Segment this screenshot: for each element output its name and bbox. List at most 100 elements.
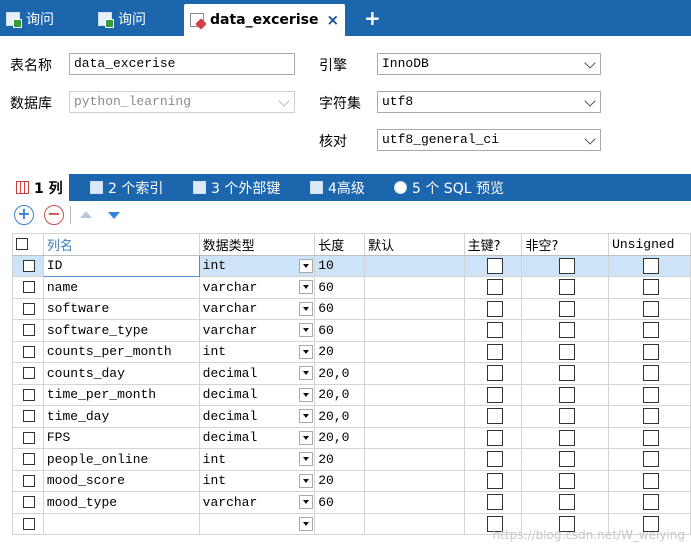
default-cell[interactable] [364, 297, 465, 320]
header-length[interactable]: 长度 [314, 233, 366, 256]
row-select-checkbox[interactable] [12, 512, 44, 535]
data-type-cell[interactable]: int [198, 469, 316, 492]
length-cell[interactable]: 20,0 [314, 383, 366, 406]
data-type-cell[interactable]: int [198, 448, 316, 471]
row-select-checkbox[interactable] [12, 491, 44, 514]
data-type-cell[interactable]: varchar [198, 297, 316, 320]
primary-key-checkbox[interactable] [463, 319, 523, 342]
default-cell[interactable] [364, 491, 465, 514]
length-cell[interactable]: 60 [314, 319, 366, 342]
dropdown-arrow-icon[interactable] [299, 280, 314, 294]
column-name-cell[interactable]: time_day [42, 405, 200, 428]
dropdown-arrow-icon[interactable] [299, 323, 314, 337]
primary-key-checkbox[interactable] [463, 426, 523, 449]
unsigned-checkbox[interactable] [608, 491, 691, 514]
header-not-null[interactable]: 非空? [521, 233, 610, 256]
table-row[interactable]: counts_day decimal 20,0 [12, 362, 691, 385]
length-cell[interactable]: 20,0 [314, 405, 366, 428]
default-cell[interactable] [364, 276, 465, 299]
length-cell[interactable]: 60 [314, 276, 366, 299]
not-null-checkbox[interactable] [521, 426, 610, 449]
unsigned-checkbox[interactable] [608, 276, 691, 299]
dropdown-arrow-icon[interactable] [299, 344, 314, 359]
column-name-cell[interactable]: software_type [42, 319, 200, 342]
length-cell[interactable]: 20 [314, 469, 366, 492]
row-select-checkbox[interactable] [12, 405, 44, 428]
dropdown-arrow-icon[interactable] [299, 301, 314, 316]
dropdown-arrow-icon[interactable] [299, 409, 314, 423]
not-null-checkbox[interactable] [521, 491, 610, 514]
data-type-cell[interactable]: varchar [198, 319, 316, 342]
table-row[interactable]: counts_per_month int 20 [12, 340, 691, 363]
primary-key-checkbox[interactable] [463, 276, 523, 299]
row-select-checkbox[interactable] [12, 254, 44, 277]
column-name-cell[interactable]: counts_day [42, 362, 200, 385]
data-type-cell[interactable]: varchar [198, 276, 316, 299]
unsigned-checkbox[interactable] [608, 469, 691, 492]
header-column-name[interactable]: 列名 [42, 233, 200, 256]
length-cell[interactable]: 60 [314, 297, 366, 320]
engine-select[interactable]: InnoDB [377, 53, 601, 75]
table-row[interactable]: mood_score int 20 [12, 469, 691, 492]
length-cell[interactable]: 20 [314, 340, 366, 363]
dropdown-arrow-icon[interactable] [299, 516, 314, 531]
default-cell[interactable] [364, 426, 465, 449]
tab-query-2[interactable]: 询问 [98, 6, 146, 32]
length-cell[interactable]: 20,0 [314, 426, 366, 449]
remove-column-button[interactable]: − [44, 205, 64, 225]
unsigned-checkbox[interactable] [608, 448, 691, 471]
row-select-checkbox[interactable] [12, 297, 44, 320]
dropdown-arrow-icon[interactable] [299, 366, 314, 380]
length-cell[interactable]: 20 [314, 448, 366, 471]
table-row[interactable]: software_type varchar 60 [12, 319, 691, 342]
move-up-icon[interactable] [80, 211, 92, 218]
data-type-cell[interactable]: int [198, 340, 316, 363]
unsigned-checkbox[interactable] [608, 383, 691, 406]
unsigned-checkbox[interactable] [608, 319, 691, 342]
not-null-checkbox[interactable] [521, 448, 610, 471]
default-cell[interactable] [364, 512, 465, 535]
unsigned-checkbox[interactable] [608, 405, 691, 428]
column-name-cell[interactable]: mood_score [42, 469, 200, 492]
data-type-cell[interactable]: varchar [198, 491, 316, 514]
primary-key-checkbox[interactable] [463, 405, 523, 428]
row-select-checkbox[interactable] [12, 340, 44, 363]
data-type-cell[interactable]: decimal [198, 405, 316, 428]
tab-indexes[interactable]: 2 个索引 [90, 174, 163, 201]
table-name-input[interactable]: data_excerise [69, 53, 295, 75]
new-tab-button[interactable]: + [364, 6, 381, 30]
row-select-checkbox[interactable] [12, 383, 44, 406]
close-icon[interactable]: × [326, 11, 339, 29]
dropdown-arrow-icon[interactable] [299, 430, 314, 445]
row-select-checkbox[interactable] [12, 426, 44, 449]
tab-query-1[interactable]: 询问 [6, 6, 54, 32]
column-name-cell[interactable]: mood_type [42, 491, 200, 514]
tab-foreign-keys[interactable]: 3 个外部键 [193, 174, 280, 201]
tab-advanced[interactable]: 4高级 [310, 174, 365, 201]
table-row[interactable]: people_online int 20 [12, 448, 691, 471]
default-cell[interactable] [364, 383, 465, 406]
primary-key-checkbox[interactable] [463, 297, 523, 320]
default-cell[interactable] [364, 448, 465, 471]
data-type-cell[interactable]: decimal [198, 383, 316, 406]
row-select-checkbox[interactable] [12, 276, 44, 299]
table-row[interactable]: FPS decimal 20,0 [12, 426, 691, 449]
unsigned-checkbox[interactable] [608, 426, 691, 449]
unsigned-checkbox[interactable] [608, 340, 691, 363]
header-default[interactable]: 默认 [364, 233, 465, 256]
table-row[interactable]: software varchar 60 [12, 297, 691, 320]
column-name-cell[interactable]: software [42, 297, 200, 320]
collation-select[interactable]: utf8_general_ci [377, 129, 601, 151]
primary-key-checkbox[interactable] [463, 448, 523, 471]
table-row[interactable]: time_per_month decimal 20,0 [12, 383, 691, 406]
select-all-checkbox[interactable] [12, 233, 44, 256]
tab-columns[interactable]: 1 列 [10, 174, 69, 201]
header-primary-key[interactable]: 主键? [463, 233, 523, 256]
unsigned-checkbox[interactable] [608, 297, 691, 320]
dropdown-arrow-icon[interactable] [299, 473, 314, 488]
not-null-checkbox[interactable] [521, 276, 610, 299]
not-null-checkbox[interactable] [521, 340, 610, 363]
not-null-checkbox[interactable] [521, 362, 610, 385]
dropdown-arrow-icon[interactable] [299, 258, 314, 273]
dropdown-arrow-icon[interactable] [299, 495, 314, 509]
